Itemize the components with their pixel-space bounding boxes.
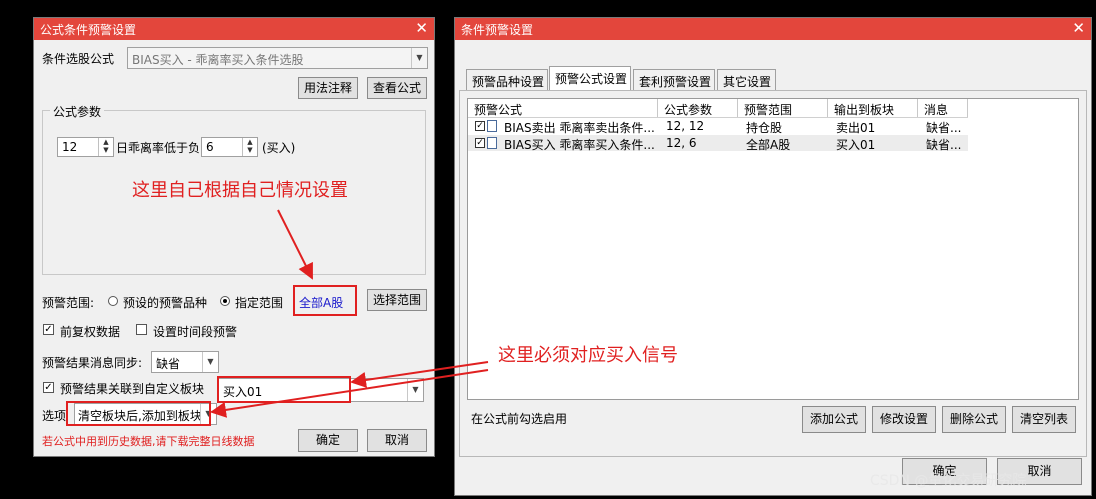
view-formula-button[interactable]: 查看公式 [367,77,427,99]
param-suffix: (买入) [262,141,296,155]
formula-doc-icon [487,120,497,132]
param1-stepper[interactable]: 12 ▲ ▼ [57,137,114,157]
formula-alert-dialog: 公式条件预警设置 ✕ 条件选股公式 BIAS买入 - 乖离率买入条件选股 ▼ 用… [33,17,435,457]
sync-select[interactable]: 缺省 ▼ [151,351,219,373]
range-value: 全部A股 [299,296,344,310]
row-params: 12, 12 [666,119,705,133]
option-highlight-box [66,401,211,426]
row-enable-checkbox[interactable]: ✓ [475,121,485,131]
formula-doc-icon [487,137,497,149]
param1-value: 12 [62,140,78,154]
tab-other[interactable]: 其它设置 [717,69,776,90]
range-label: 预警范围: [42,296,95,310]
right-dialog-title: 条件预警设置 [461,23,534,37]
clear-list-button[interactable]: 清空列表 [1012,406,1076,433]
time-period-label: 设置时间段预警 [153,325,238,339]
range-specified-radio[interactable] [220,296,230,306]
row-formula: BIAS卖出 乖离率卖出条件... [504,121,655,135]
left-cancel-button[interactable]: 取消 [367,429,427,452]
csdn-watermark: CSDN @量化交易研究院 [870,473,1027,489]
usage-notes-button[interactable]: 用法注释 [298,77,358,99]
row-range: 全部A股 [746,138,791,152]
row-enable-checkbox[interactable]: ✓ [475,138,485,148]
block-highlight-box [217,376,351,403]
time-period-checkbox[interactable] [136,324,147,335]
row-message: 缺省... [926,121,962,135]
option-label: 选项 [42,409,67,423]
spin-arrows-icon[interactable]: ▲ ▼ [98,138,113,156]
table-row[interactable]: ✓ BIAS买入 乖离率买入条件... 12, 6 全部A股 买入01 缺省..… [468,135,968,152]
column-block[interactable]: 输出到板块 [828,99,918,117]
select-range-button[interactable]: 选择范围 [367,289,427,311]
range-preset-radio[interactable] [108,296,118,306]
range-preset-label: 预设的预警品种 [123,296,208,310]
right-title-bar: 条件预警设置 ✕ [455,18,1091,40]
column-range[interactable]: 预警范围 [738,99,828,117]
sync-select-value: 缺省 [156,357,181,371]
row-block: 买入01 [836,138,876,152]
table-row[interactable]: ✓ BIAS卖出 乖离率卖出条件... 12, 12 持仓股 卖出01 缺省..… [468,118,968,135]
param-label: 日乖离率低于负 [116,141,201,155]
annotation-signal: 这里必须对应买入信号 [498,345,678,366]
link-block-checkbox[interactable]: ✓ [43,382,54,393]
adjusted-data-label: 前复权数据 [60,325,121,339]
left-ok-button[interactable]: 确定 [298,429,358,452]
column-message[interactable]: 消息 [918,99,968,117]
range-specified-label: 指定范围 [235,296,284,310]
formula-select-value: BIAS买入 - 乖离率买入条件选股 [132,53,304,67]
column-formula[interactable]: 预警公式 [468,99,658,117]
chevron-down-icon: ▼ [202,352,218,372]
param2-stepper[interactable]: 6 ▲ ▼ [201,137,258,157]
row-range: 持仓股 [746,121,783,135]
spin-arrows-icon[interactable]: ▲ ▼ [242,138,257,156]
chevron-down-icon: ▼ [407,379,423,401]
enable-hint: 在公式前勾选启用 [471,412,568,426]
row-formula: BIAS买入 乖离率买入条件... [504,138,655,152]
add-formula-button[interactable]: 添加公式 [802,406,866,433]
annotation-settings: 这里自己根据自己情况设置 [132,180,348,201]
column-params[interactable]: 公式参数 [658,99,738,117]
close-icon[interactable]: ✕ [1072,19,1085,37]
left-dialog-title: 公式条件预警设置 [40,23,137,37]
history-data-note: 若公式中用到历史数据,请下载完整日线数据 [42,435,255,448]
close-icon[interactable]: ✕ [415,19,428,37]
formula-select[interactable]: BIAS买入 - 乖离率买入条件选股 ▼ [127,47,428,69]
params-group-label: 公式参数 [50,103,105,120]
tab-formula[interactable]: 预警公式设置 [549,66,631,91]
formula-label: 条件选股公式 [42,52,115,66]
modify-settings-button[interactable]: 修改设置 [872,406,936,433]
left-title-bar: 公式条件预警设置 ✕ [34,18,434,40]
row-message: 缺省... [926,138,962,152]
row-block: 卖出01 [836,121,876,135]
tab-instrument[interactable]: 预警品种设置 [466,69,548,90]
param2-value: 6 [206,140,214,154]
delete-formula-button[interactable]: 删除公式 [942,406,1006,433]
adjusted-data-checkbox[interactable]: ✓ [43,324,54,335]
link-block-label: 预警结果关联到自定义板块 [60,382,205,396]
row-params: 12, 6 [666,136,697,150]
tab-arbitrage[interactable]: 套利预警设置 [633,69,715,90]
alert-settings-dialog: 条件预警设置 ✕ 预警品种设置 预警公式设置 套利预警设置 其它设置 预警公式 … [454,17,1092,496]
chevron-down-icon: ▼ [411,48,427,68]
sync-label: 预警结果消息同步: [42,356,143,370]
